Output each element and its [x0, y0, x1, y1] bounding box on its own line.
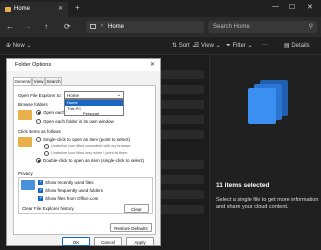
tab-bar: Home ✕ + — ☐ ✕: [0, 0, 321, 17]
address-bar[interactable]: › Home: [86, 21, 204, 33]
home-icon: [90, 24, 96, 29]
recent-files-label: Show recently used files: [45, 180, 94, 185]
home-icon: [5, 7, 11, 12]
clear-history-label: Clear File Explorer history: [22, 206, 74, 211]
multiple-files-icon: [248, 80, 288, 124]
search-placeholder: Search Home: [213, 24, 250, 30]
close-window-button[interactable]: ✕: [307, 3, 313, 11]
click-items-heading: Click items as follows: [18, 129, 61, 134]
combo-value: Home: [67, 93, 80, 98]
filter-button[interactable]: ⏷ Filter ⌄: [226, 42, 253, 50]
tab-view[interactable]: View: [32, 77, 45, 85]
search-input[interactable]: Search Home ⚲: [208, 21, 317, 33]
radio-same-window[interactable]: [36, 110, 41, 115]
restore-defaults-button[interactable]: Restore Defaults: [110, 223, 152, 232]
radio-underline-browser: [44, 144, 49, 149]
radio-double-click[interactable]: [36, 158, 41, 163]
open-explorer-dropdown: Home This PC Personal: [64, 99, 124, 116]
back-arrow-icon[interactable]: ←: [6, 22, 14, 31]
underline-browser-label: Underline icon titles consistent with my…: [51, 144, 131, 148]
up-arrow-icon[interactable]: ↑: [44, 22, 48, 31]
folder-icon: [18, 110, 32, 120]
close-dialog-button[interactable]: ✕: [150, 61, 155, 68]
minimize-button[interactable]: —: [272, 3, 279, 10]
ok-button[interactable]: OK: [62, 237, 90, 246]
view-button[interactable]: ☰ View ⌄: [194, 42, 221, 49]
radio-own-window[interactable]: [36, 119, 41, 124]
view-label: View: [201, 43, 214, 49]
command-bar: ⊕ New ⌄ ⇅ Sort ⌄ ☰ View ⌄ ⏷ Filter ⌄ ···…: [0, 37, 321, 55]
privacy-icon: [21, 180, 35, 190]
new-tab-button[interactable]: +: [75, 3, 80, 12]
maximize-button[interactable]: ☐: [289, 3, 295, 11]
address-bar-row: ← → ↑ ⟳ › Home Search Home ⚲: [0, 17, 321, 37]
apply-button[interactable]: Apply: [126, 237, 154, 246]
filter-label: Filter: [232, 43, 246, 49]
tab-home[interactable]: Home ✕: [0, 2, 68, 17]
single-click-label: Single-click to open an item (point to s…: [43, 137, 131, 142]
sort-button[interactable]: ⇅ Sort ⌄: [172, 42, 196, 49]
pointer-click-icon: [18, 137, 32, 147]
frequent-folders-label: Show frequently used folders: [45, 188, 104, 193]
underline-point-label: Underline icon titles only when I point …: [51, 151, 128, 155]
double-click-label: Double-click to open an item (single-cli…: [43, 158, 145, 163]
checkbox-frequent-folders[interactable]: [38, 187, 43, 193]
new-button[interactable]: ⊕ New ⌄: [6, 42, 31, 49]
details-note: Select a single file to get more informa…: [216, 197, 319, 210]
privacy-heading: Privacy: [18, 171, 33, 176]
dropdown-option[interactable]: Personal: [65, 111, 123, 117]
checkbox-recent-files[interactable]: [38, 179, 43, 185]
tab-search[interactable]: Search: [45, 77, 62, 85]
details-button[interactable]: ▤ Details: [284, 42, 310, 49]
open-explorer-label: Open File Explorer to:: [18, 93, 62, 98]
forward-arrow-icon[interactable]: →: [24, 22, 32, 31]
new-label: New: [12, 43, 25, 49]
selection-count: 11 items selected: [216, 182, 270, 189]
dialog-titlebar[interactable]: Folder Options ✕: [7, 59, 160, 71]
address-text: Home: [108, 24, 125, 30]
search-icon: ⚲: [308, 24, 313, 30]
refresh-icon[interactable]: ⟳: [64, 22, 71, 31]
own-window-label: Open each folder in its own window: [43, 119, 114, 124]
details-label: Details: [291, 43, 310, 49]
open-explorer-text: Open File Explorer to:: [18, 93, 62, 98]
tab-title: Home: [14, 6, 31, 12]
sort-label: Sort: [178, 43, 190, 49]
cancel-button[interactable]: Cancel: [94, 237, 122, 246]
general-tab-panel: Open File Explorer to: Home ⌄ Home This …: [13, 85, 156, 235]
more-options-button[interactable]: ···: [262, 42, 268, 48]
radio-underline-point: [44, 151, 49, 156]
chevron-right-icon: ›: [101, 23, 103, 29]
office-files-label: Show files from Office.com: [45, 196, 99, 201]
chevron-down-icon: ⌄: [116, 92, 121, 98]
radio-single-click[interactable]: [36, 137, 41, 142]
clear-button[interactable]: Clear: [124, 204, 149, 213]
checkbox-office-files[interactable]: [38, 195, 43, 201]
details-pane: 11 items selected Select a single file t…: [209, 55, 321, 250]
folder-options-dialog: Folder Options ✕ General View Search Ope…: [6, 58, 161, 246]
open-explorer-select[interactable]: Home ⌄: [64, 91, 124, 99]
close-tab-icon[interactable]: ✕: [58, 5, 63, 12]
dialog-title: Folder Options: [15, 62, 52, 68]
browse-folders-heading: Browse folders: [18, 102, 48, 107]
